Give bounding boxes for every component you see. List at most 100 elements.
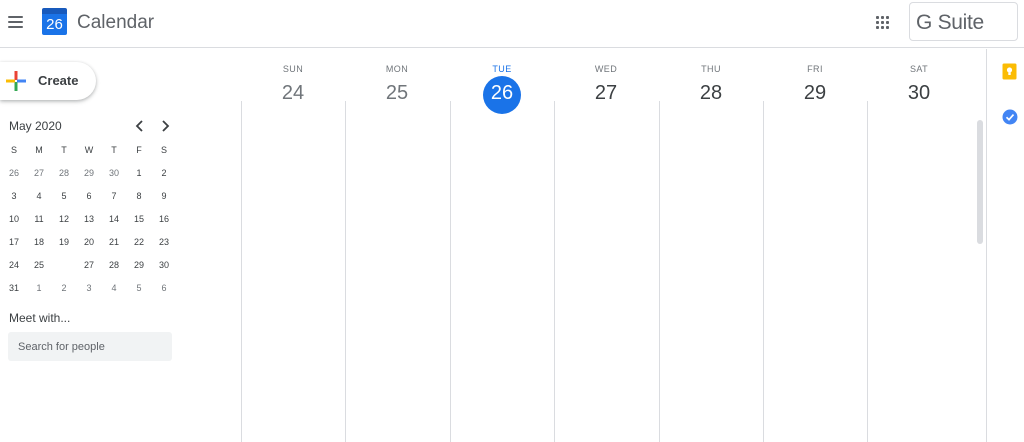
day-of-week-label: THU — [701, 64, 721, 74]
mini-calendar-day[interactable]: 1 — [127, 163, 151, 183]
mini-calendar-day-label: 12 — [58, 214, 69, 224]
hamburger-menu-icon-bar — [8, 21, 23, 23]
mini-calendar-day[interactable]: 2 — [152, 163, 176, 183]
mini-calendar-day[interactable]: 27 — [27, 163, 51, 183]
create-event-button[interactable]: Create — [0, 62, 96, 100]
day-column-mon[interactable] — [346, 119, 449, 442]
calendar-logo[interactable]: 26 — [42, 8, 67, 35]
mini-calendar-day-label: 7 — [111, 191, 117, 201]
chevron-right-icon — [162, 120, 170, 132]
mini-calendar-prev-button[interactable] — [131, 117, 149, 135]
day-date-number[interactable]: 27 — [554, 79, 658, 107]
calendar-logo-number: 26 — [46, 16, 63, 33]
mini-calendar-day-label: 2 — [61, 283, 67, 293]
mini-calendar-day[interactable]: 6 — [152, 278, 176, 298]
mini-calendar-day[interactable]: 27 — [77, 255, 101, 275]
keep-note-icon[interactable] — [1002, 63, 1017, 80]
mini-calendar-day-label: 28 — [58, 168, 69, 178]
mini-calendar-day-label: 14 — [108, 214, 119, 224]
mini-calendar-day-label: 6 — [161, 283, 167, 293]
tasks-check-icon[interactable] — [1002, 109, 1018, 125]
mini-calendar-day-label: 23 — [158, 237, 169, 247]
mini-calendar-day[interactable]: 4 — [27, 186, 51, 206]
day-column-sat[interactable] — [868, 119, 971, 442]
day-date-number[interactable]: 25 — [345, 79, 449, 107]
mini-calendar-day[interactable]: 13 — [77, 209, 101, 229]
mini-calendar-day[interactable]: 29 — [77, 163, 101, 183]
mini-calendar-day-label: 3 — [11, 191, 17, 201]
mini-calendar-day-label: 1 — [36, 283, 42, 293]
day-date-number[interactable]: 30 — [867, 79, 971, 107]
day-header-sun: SUN 24 — [241, 49, 345, 109]
week-view: SUN 24 MON 25 TUE 26 WED 27 THU 28 FRI 29 SAT 30 — [241, 49, 972, 442]
mini-calendar-day[interactable]: 12 — [52, 209, 76, 229]
mini-calendar-day[interactable]: 5 — [127, 278, 151, 298]
app-title: Calendar — [77, 12, 155, 33]
mini-calendar-day[interactable]: 15 — [127, 209, 151, 229]
mini-calendar-day[interactable]: 30 — [152, 255, 176, 275]
mini-calendar-day[interactable]: 3 — [2, 186, 26, 206]
mini-calendar-day[interactable]: 29 — [127, 255, 151, 275]
mini-calendar-weekday: W — [84, 145, 94, 155]
google-apps-button[interactable] — [871, 11, 893, 33]
mini-calendar-today[interactable]: 26 — [52, 255, 76, 275]
mini-calendar-day-label: 5 — [61, 191, 67, 201]
mini-calendar-day[interactable]: 24 — [2, 255, 26, 275]
mini-calendar-day[interactable]: 17 — [2, 232, 26, 252]
mini-calendar-day[interactable]: 2 — [52, 278, 76, 298]
day-header-tue: TUE 26 — [450, 49, 554, 114]
mini-calendar-day-label: 30 — [108, 168, 119, 178]
mini-calendar-day[interactable]: 26 — [2, 163, 26, 183]
day-date-number[interactable]: 24 — [241, 79, 345, 107]
mini-calendar-weekday: T — [61, 145, 67, 155]
day-column-tue[interactable] — [451, 119, 554, 442]
mini-calendar-day[interactable]: 10 — [2, 209, 26, 229]
mini-calendar-day-label: 26 — [8, 168, 19, 178]
mini-calendar-day[interactable]: 14 — [102, 209, 126, 229]
mini-calendar-day[interactable]: 28 — [52, 163, 76, 183]
mini-calendar-day[interactable]: 31 — [2, 278, 26, 298]
mini-calendar-day[interactable]: 30 — [102, 163, 126, 183]
gsuite-account-button[interactable]: G Suite — [909, 2, 1018, 41]
day-of-week-label: SAT — [909, 64, 929, 74]
mini-calendar-day-label: 19 — [58, 237, 69, 247]
day-date-number[interactable]: 29 — [763, 79, 867, 107]
day-column-thu[interactable] — [660, 119, 763, 442]
mini-calendar-day[interactable]: 16 — [152, 209, 176, 229]
mini-calendar-next-button[interactable] — [156, 117, 174, 135]
mini-calendar-day[interactable]: 20 — [77, 232, 101, 252]
day-date-number[interactable]: 26 — [450, 79, 554, 107]
mini-calendar-day[interactable]: 5 — [52, 186, 76, 206]
mini-calendar-day-label: 9 — [161, 191, 167, 201]
mini-calendar-weekday: M — [35, 145, 43, 155]
main-menu-button[interactable] — [4, 8, 28, 38]
day-column-wed[interactable] — [555, 119, 658, 442]
mini-calendar-day[interactable]: 3 — [77, 278, 101, 298]
mini-calendar-day[interactable]: 25 — [27, 255, 51, 275]
mini-calendar-day[interactable]: 8 — [127, 186, 151, 206]
mini-calendar-day-label: 11 — [34, 214, 44, 224]
hamburger-menu-icon — [8, 16, 23, 18]
mini-calendar-day[interactable]: 23 — [152, 232, 176, 252]
mini-calendar-day[interactable]: 6 — [77, 186, 101, 206]
mini-calendar-day[interactable]: 11 — [27, 209, 51, 229]
mini-calendar-day[interactable]: 18 — [27, 232, 51, 252]
mini-calendar-day[interactable]: 9 — [152, 186, 176, 206]
day-header-fri: FRI 29 — [763, 49, 867, 109]
mini-calendar-day[interactable]: 1 — [27, 278, 51, 298]
mini-calendar-day[interactable]: 4 — [102, 278, 126, 298]
week-scrollbar-thumb[interactable] — [977, 120, 983, 244]
day-column-fri[interactable] — [764, 119, 867, 442]
mini-calendar-day-label: 24 — [8, 260, 19, 270]
mini-calendar-day[interactable]: 21 — [102, 232, 126, 252]
mini-calendar-day[interactable]: 19 — [52, 232, 76, 252]
day-header-mon: MON 25 — [345, 49, 449, 109]
day-column-sun[interactable] — [242, 119, 345, 442]
mini-calendar-day[interactable]: 22 — [127, 232, 151, 252]
mini-calendar-day-label: 8 — [136, 191, 142, 201]
mini-calendar-day[interactable]: 7 — [102, 186, 126, 206]
search-people-input[interactable] — [8, 332, 172, 361]
day-date-number[interactable]: 28 — [659, 79, 763, 107]
mini-calendar-day-label: 26 — [58, 260, 69, 270]
mini-calendar-day[interactable]: 28 — [102, 255, 126, 275]
